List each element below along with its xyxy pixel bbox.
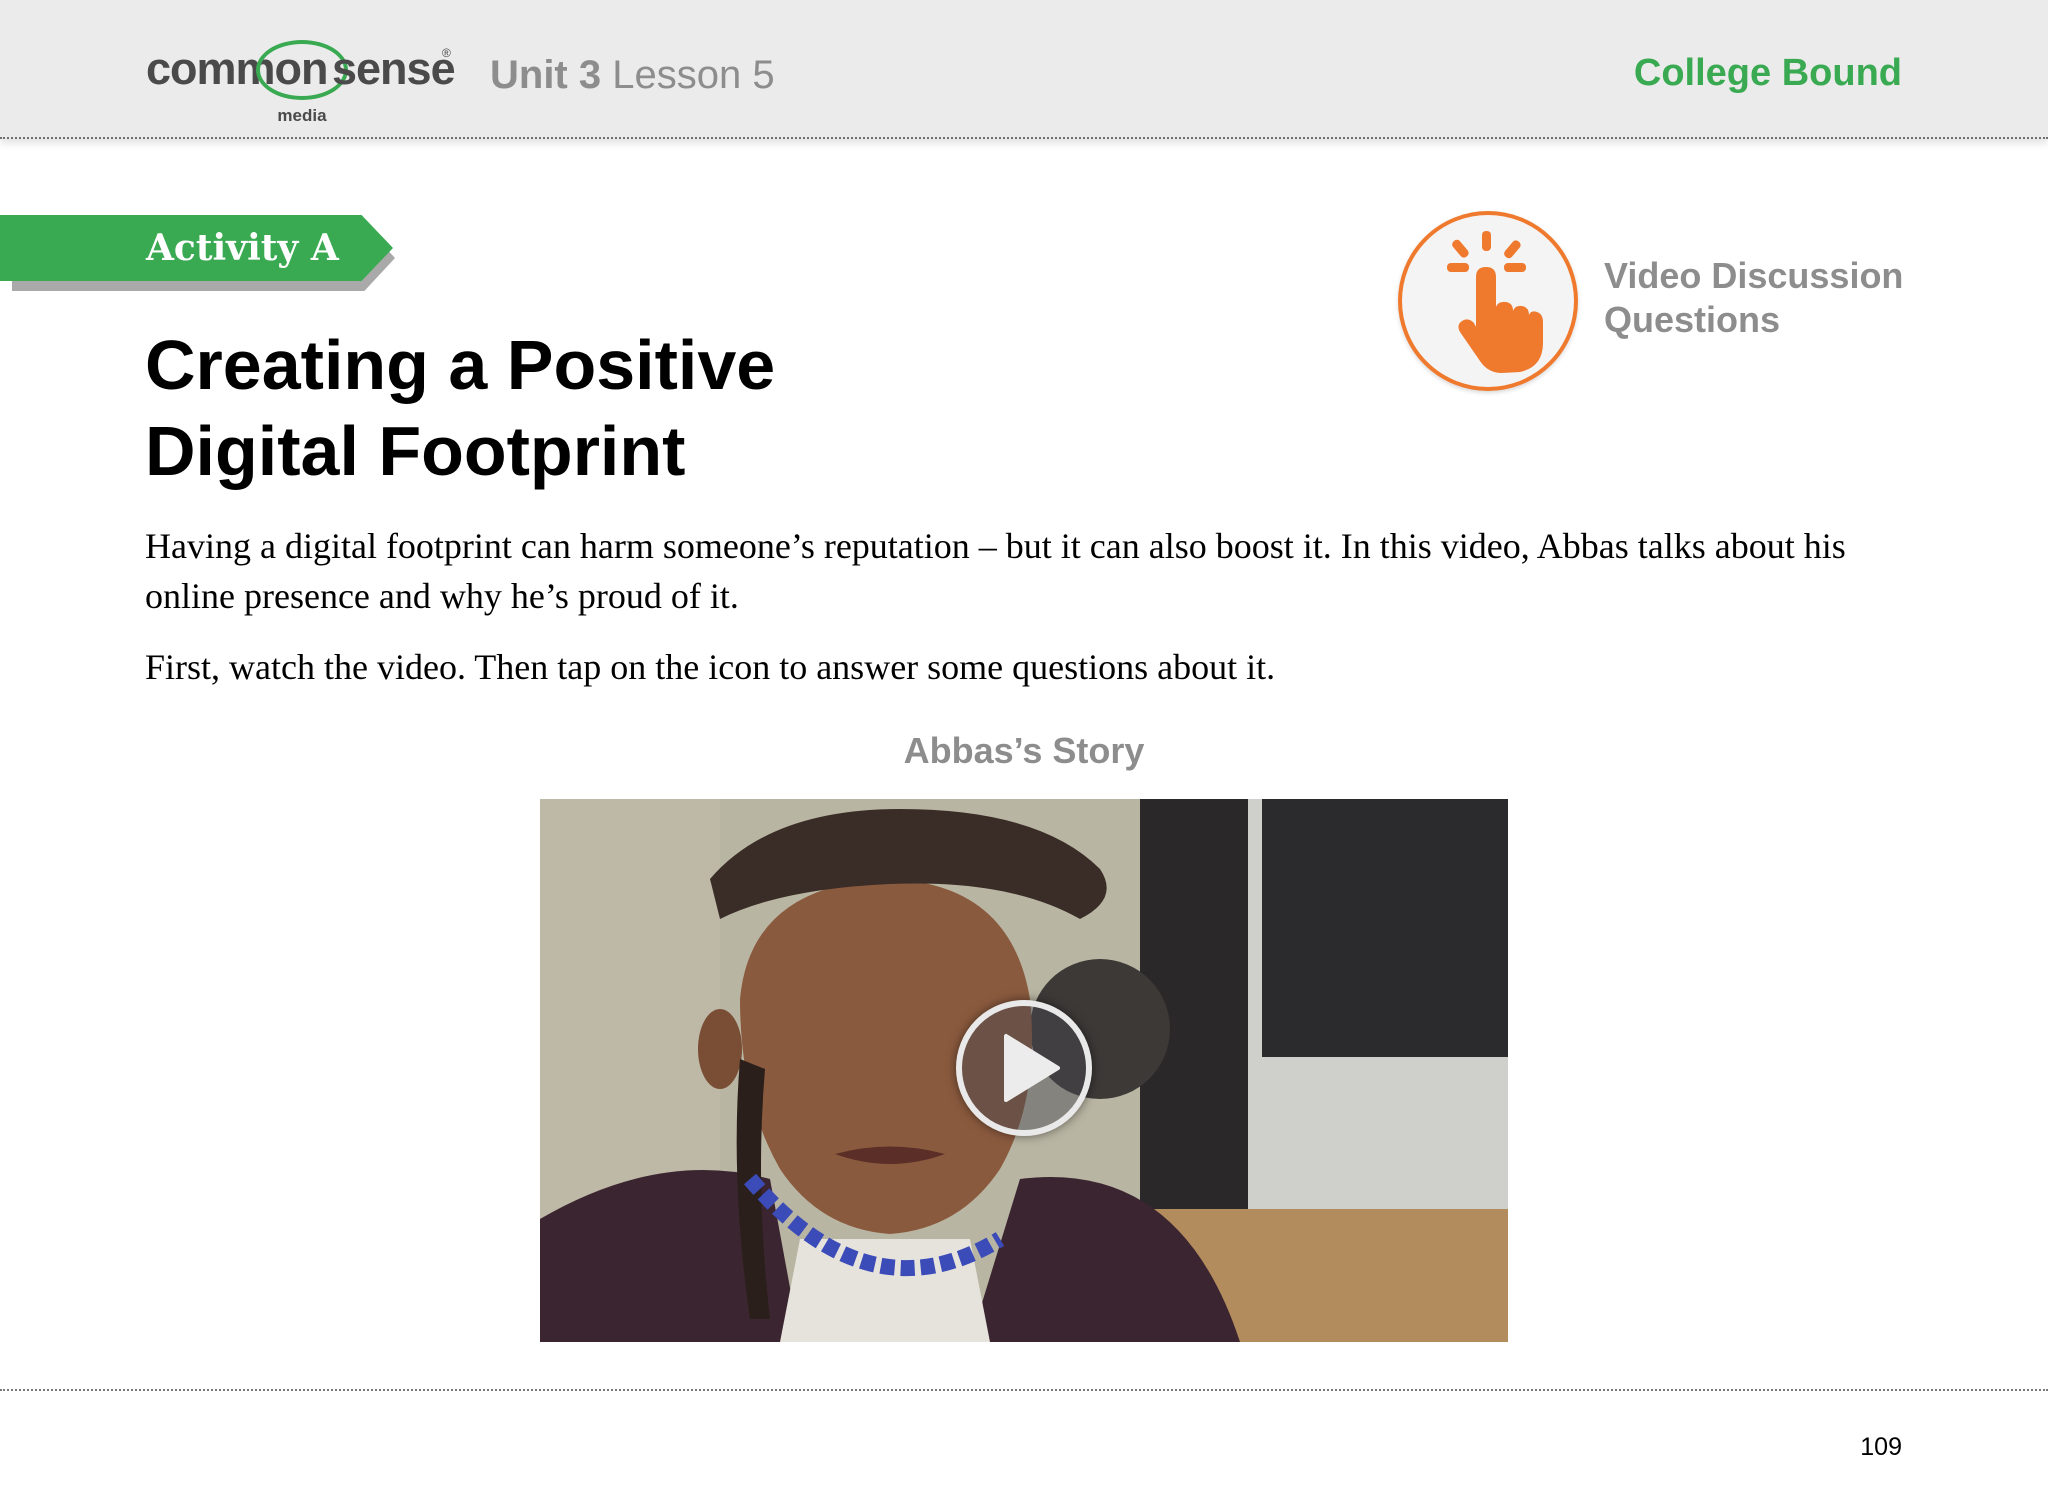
page-title-line-1: Creating a Positive — [145, 326, 776, 404]
logo-word-media: media — [277, 106, 327, 125]
video-discussion-button[interactable] — [1398, 211, 1578, 391]
play-button[interactable] — [956, 1000, 1092, 1136]
instructions-paragraph: First, watch the video. Then tap on the … — [145, 647, 1276, 687]
video-discussion-label-line-2: Questions — [1604, 299, 1781, 340]
video-title: Abbas’s Story — [903, 730, 1145, 771]
page-number: 109 — [1860, 1433, 1902, 1461]
unit-lesson-label: Unit 3 Lesson 5 — [490, 52, 775, 98]
logo-registered-mark: ® — [442, 46, 451, 60]
activity-label: Activity A — [146, 227, 339, 269]
activity-banner: Activity A — [0, 215, 395, 291]
logo-word-sense: sense — [332, 43, 456, 94]
page-title-line-2: Digital Footprint — [145, 412, 686, 490]
video-discussion-label[interactable]: Video Discussion Questions — [1604, 254, 1914, 342]
tap-finger-icon — [1447, 231, 1543, 373]
course-title: College Bound — [1633, 52, 1902, 94]
video-player[interactable] — [540, 799, 1508, 1342]
unit-label: Unit 3 — [490, 53, 602, 97]
intro-paragraph: Having a digital footprint can harm some… — [145, 526, 1846, 616]
footer-divider — [0, 1389, 2048, 1391]
common-sense-media-logo: common sense ® media — [146, 36, 456, 128]
play-icon — [1004, 1034, 1060, 1102]
video-discussion-label-line-1: Video Discussion — [1604, 255, 1904, 296]
lesson-label: Lesson 5 — [612, 53, 775, 97]
top-header: common sense ® media Unit 3 Lesson 5 Col… — [0, 0, 2048, 139]
page-title: Creating a Positive Digital Footprint — [145, 322, 905, 494]
